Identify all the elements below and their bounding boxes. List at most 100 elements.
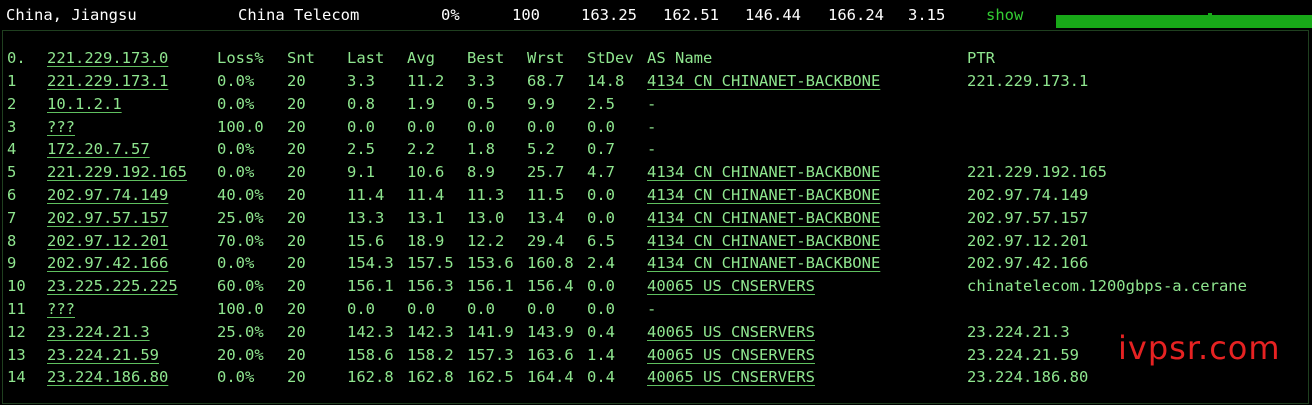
hop-host-link[interactable]: 10.1.2.1 [47, 93, 122, 116]
hop-last: 162.8 [347, 368, 394, 387]
hop-last: 156.1 [347, 277, 394, 296]
hop-host-link[interactable]: 202.97.42.166 [47, 252, 168, 275]
hop-host-link[interactable]: ??? [47, 116, 75, 139]
hop-last: 154.3 [347, 254, 394, 273]
hop-loss: 0.0% [217, 368, 255, 387]
hop-host-link[interactable]: 221.229.173.1 [47, 70, 168, 93]
hop-host-link[interactable]: 202.97.12.201 [47, 230, 168, 253]
hop-ptr: 202.97.42.166 [967, 254, 1089, 273]
hop-host-link[interactable]: 23.224.21.59 [47, 344, 159, 367]
hop-wrst: 25.7 [527, 163, 565, 182]
header-hop: 0. [7, 49, 26, 67]
hop-host-link[interactable]: 23.224.21.3 [47, 321, 150, 344]
hop-wrst: 143.9 [527, 322, 574, 341]
hop-snt: 20 [287, 368, 306, 387]
header-best: Best [467, 49, 505, 67]
hop-best: 0.0 [467, 300, 495, 318]
hop-ptr: 221.229.173.1 [967, 72, 1089, 90]
summary-stdev: 3.15 [908, 6, 946, 24]
hop-loss: 100.0 [217, 117, 264, 136]
hop-loss: 0.0% [217, 254, 255, 273]
hop-loss: 0.0% [217, 72, 255, 90]
hop-asname-link[interactable]: 4134 CN CHINANET-BACKBONE [647, 252, 880, 275]
hop-host-link[interactable]: 202.97.74.149 [47, 184, 168, 207]
hop-stdev: 2.5 [587, 94, 615, 113]
table-header-row: 0. 221.229.173.0 Loss% Snt Last Avg Best… [3, 47, 1308, 70]
hop-host-link[interactable]: 202.97.57.157 [47, 207, 168, 230]
hop-best: 13.0 [467, 208, 505, 227]
hop-asname-link[interactable]: 40065 US CNSERVERS [647, 275, 815, 298]
header-avg: Avg [407, 49, 435, 67]
hop-hop: 13 [7, 345, 26, 364]
hop-avg: 0.0 [407, 117, 435, 136]
hop-asname: - [647, 94, 657, 113]
hop-ptr: 202.97.57.157 [967, 208, 1089, 227]
summary-avg: 162.51 [663, 6, 719, 24]
hop-avg: 158.2 [407, 345, 454, 364]
table-row: 10 23.225.225.225 60.0% 20 156.1 156.3 156.1 15… [3, 275, 1308, 298]
hop-host-link[interactable]: ??? [47, 298, 75, 321]
hop-best: 153.6 [467, 254, 514, 273]
summary-location: China, Jiangsu [6, 6, 137, 24]
watermark: ivpsr.com [1118, 329, 1281, 367]
hop-host-link[interactable]: 221.229.192.165 [47, 161, 187, 184]
hop-avg: 142.3 [407, 322, 454, 341]
hop-asname-link[interactable]: 4134 CN CHINANET-BACKBONE [647, 184, 880, 207]
hop-asname-link[interactable]: 4134 CN CHINANET-BACKBONE [647, 161, 880, 184]
header-host-link[interactable]: 221.229.173.0 [47, 47, 168, 70]
hop-loss: 70.0% [217, 231, 264, 250]
hop-hop: 7 [7, 208, 17, 227]
hop-stdev: 2.4 [587, 254, 615, 273]
table-row: 6 202.97.74.149 40.0% 20 11.4 11.4 11.3 11.5 0.0… [3, 184, 1308, 207]
table-row: 4 172.20.7.57 0.0% 20 2.5 2.2 1.8 5.2 0.7 - [3, 138, 1308, 161]
hop-last: 2.5 [347, 140, 375, 159]
hop-hop: 2 [7, 94, 17, 113]
hop-host-link[interactable]: 23.224.186.80 [47, 366, 168, 389]
traceroute-panel: 0. 221.229.173.0 Loss% Snt Last Avg Best… [2, 30, 1309, 404]
hop-best: 12.2 [467, 231, 505, 250]
hop-loss: 20.0% [217, 345, 264, 364]
summary-row: China, Jiangsu China Telecom 0% 100 163.… [0, 0, 1312, 30]
hop-last: 11.4 [347, 186, 385, 204]
summary-loss: 0% [441, 6, 460, 24]
show-toggle-link[interactable]: show [986, 5, 1023, 25]
header-stdev: StDev [587, 49, 634, 67]
hop-ptr: 23.224.21.59 [967, 345, 1079, 364]
hop-asname-link[interactable]: 40065 US CNSERVERS [647, 366, 815, 389]
hop-wrst: 29.4 [527, 231, 565, 250]
summary-last: 163.25 [581, 6, 637, 24]
table-row: 2 10.1.2.1 0.0% 20 0.8 1.9 0.5 9.9 2.5 - [3, 93, 1308, 116]
hop-asname-link[interactable]: 4134 CN CHINANET-BACKBONE [647, 230, 880, 253]
hop-wrst: 68.7 [527, 72, 565, 90]
table-row: 13 23.224.21.59 20.0% 20 158.6 158.2 157.3 163.… [3, 344, 1308, 367]
hop-ptr: 23.224.186.80 [967, 368, 1089, 387]
hop-avg: 0.0 [407, 300, 435, 318]
hop-ptr: 202.97.74.149 [967, 186, 1089, 204]
hop-loss: 0.0% [217, 140, 255, 159]
table-row: 1 221.229.173.1 0.0% 20 3.3 11.2 3.3 68.7 14.8 41… [3, 70, 1308, 93]
hop-snt: 20 [287, 322, 306, 341]
hop-asname-link[interactable]: 4134 CN CHINANET-BACKBONE [647, 70, 880, 93]
hop-hop: 10 [7, 277, 26, 296]
table-row: 5 221.229.192.165 0.0% 20 9.1 10.6 8.9 25.7 4.7 4… [3, 161, 1308, 184]
hop-wrst: 163.6 [527, 345, 574, 364]
hop-loss: 100.0 [217, 300, 264, 318]
hop-host-link[interactable]: 172.20.7.57 [47, 138, 150, 161]
table-row: 7 202.97.57.157 25.0% 20 13.3 13.1 13.0 13.4 0.0… [3, 207, 1308, 230]
hop-wrst: 13.4 [527, 208, 565, 227]
hop-hop: 3 [7, 117, 17, 136]
hop-snt: 20 [287, 163, 306, 182]
hop-snt: 20 [287, 72, 306, 90]
hop-wrst: 9.9 [527, 94, 555, 113]
hop-asname-link[interactable]: 40065 US CNSERVERS [647, 344, 815, 367]
hop-hop: 6 [7, 186, 17, 204]
summary-best: 146.44 [745, 6, 801, 24]
hop-avg: 157.5 [407, 254, 454, 273]
hop-host-link[interactable]: 23.225.225.225 [47, 275, 178, 298]
hop-hop: 11 [7, 300, 26, 318]
hop-stdev: 0.0 [587, 117, 615, 136]
hop-avg: 11.4 [407, 186, 445, 204]
hop-asname-link[interactable]: 4134 CN CHINANET-BACKBONE [647, 207, 880, 230]
hop-stdev: 0.4 [587, 322, 615, 341]
hop-asname-link[interactable]: 40065 US CNSERVERS [647, 321, 815, 344]
